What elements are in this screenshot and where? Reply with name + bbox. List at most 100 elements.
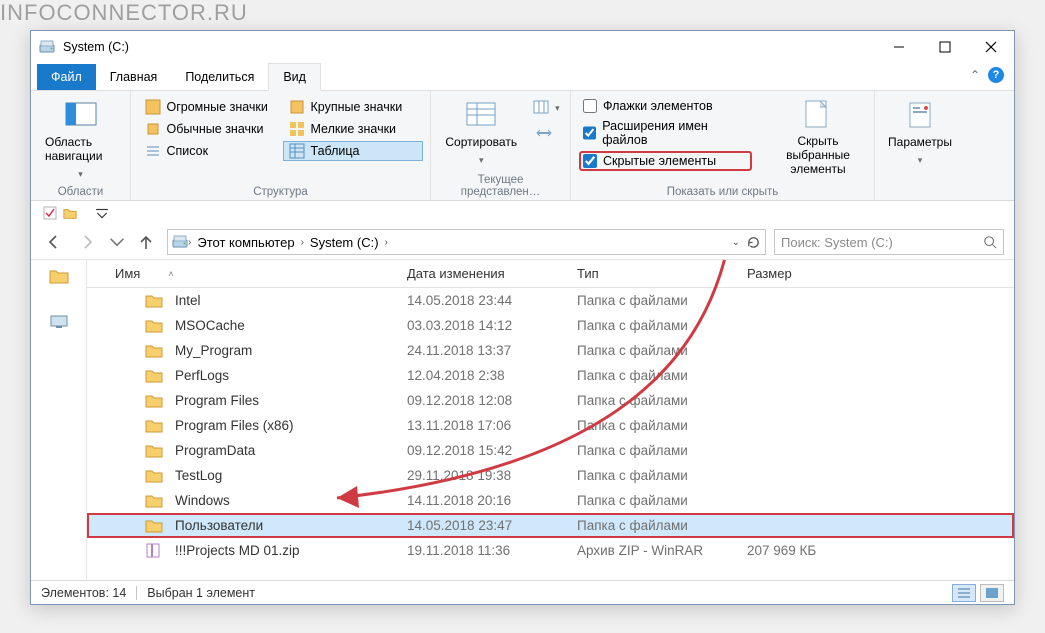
window-title: System (C:) (63, 40, 129, 54)
file-date: 24.11.2018 13:37 (407, 343, 577, 358)
column-date[interactable]: Дата изменения (407, 266, 577, 281)
ribbon-group-options-label (918, 186, 921, 198)
collapse-ribbon-icon[interactable]: ⌃ (970, 68, 980, 82)
back-button[interactable] (41, 229, 67, 255)
file-type: Папка с файлами (577, 468, 747, 483)
options-button[interactable]: Параметры ▾ (882, 97, 958, 168)
address-bar[interactable]: › Этот компьютер › System (C:) › ⌄ (167, 229, 766, 255)
file-rows: Intel 14.05.2018 23:44 Папка с файлами MSOC… (87, 288, 1014, 580)
view-thumbnails-button[interactable] (980, 584, 1004, 602)
content-area: Имя˄ Дата изменения Тип Размер Intel 14.0… (31, 259, 1014, 580)
table-row[interactable]: PerfLogs12.04.2018 2:38Папка с файлами (87, 363, 1014, 388)
search-input[interactable]: Поиск: System (C:) (774, 229, 1004, 255)
forward-button[interactable] (75, 229, 101, 255)
table-row[interactable]: Program Files09.12.2018 12:08Папка с фай… (87, 388, 1014, 413)
recent-locations-button[interactable] (109, 229, 125, 255)
table-row[interactable]: Windows 14.11.2018 20:16Папка с файлами (87, 488, 1014, 513)
checkbox-item-flags-label: Флажки элементов (603, 99, 713, 113)
nav-pane[interactable] (31, 260, 87, 580)
layout-details-label: Таблица (311, 144, 360, 158)
file-date: 14.11.2018 20:16 (407, 493, 577, 508)
file-name: ProgramData (175, 443, 255, 458)
ribbon-tabs: Файл Главная Поделиться Вид ⌃ ? (31, 63, 1014, 91)
explorer-window: System (C:) Файл Главная Поделиться Вид … (30, 30, 1015, 605)
file-type: Папка с файлами (577, 518, 747, 533)
chevron-down-icon[interactable]: ⌄ (732, 237, 740, 248)
checkbox-hidden-items[interactable]: Скрытые элементы (579, 151, 752, 171)
layout-normal-icons[interactable]: Обычные значки (139, 119, 279, 139)
view-details-button[interactable] (952, 584, 976, 602)
file-date: 12.04.2018 2:38 (407, 368, 577, 383)
ribbon-group-layout: Огромные значки Крупные значки Обычные з… (131, 91, 431, 200)
sort-button[interactable]: Сортировать ▾ (439, 97, 523, 168)
column-headers: Имя˄ Дата изменения Тип Размер (87, 260, 1014, 288)
ribbon-group-panes: Область навигации ▾ Области (31, 91, 131, 200)
file-name: Intel (175, 293, 201, 308)
table-row[interactable]: TestLog29.11.2018 19:38Папка с файлами (87, 463, 1014, 488)
help-icon[interactable]: ? (988, 67, 1004, 83)
crumb-sep-icon[interactable]: › (385, 237, 388, 248)
folder-icon (63, 206, 77, 220)
column-size[interactable]: Размер (747, 266, 877, 281)
table-row[interactable]: !!!Projects MD 01.zip19.11.2018 11:36Арх… (87, 538, 1014, 563)
file-type: Папка с файлами (577, 493, 747, 508)
chevron-down-icon: ▾ (479, 155, 484, 166)
chevron-down-icon: ▾ (918, 155, 923, 166)
file-name: Program Files (175, 393, 259, 408)
checkbox-icon[interactable] (43, 206, 57, 220)
checkbox-item-flags[interactable]: Флажки элементов (579, 97, 752, 115)
file-date: 14.05.2018 23:47 (407, 518, 577, 533)
crumb-this-pc[interactable]: Этот компьютер (191, 235, 300, 250)
crumb-system-c[interactable]: System (C:) (304, 235, 385, 250)
close-button[interactable] (968, 31, 1014, 63)
add-columns-button[interactable]: ▾ (531, 97, 562, 117)
column-type[interactable]: Тип (577, 266, 747, 281)
ribbon-group-show-hide: Флажки элементов Расширения имен файлов … (571, 91, 875, 200)
minimize-button[interactable] (876, 31, 922, 63)
table-row[interactable]: My_Program24.11.2018 13:37Папка с файлам… (87, 338, 1014, 363)
layout-small-label: Мелкие значки (311, 122, 397, 136)
file-date: 03.03.2018 14:12 (407, 318, 577, 333)
status-selected: Выбран 1 элемент (147, 586, 255, 600)
file-size: 207 969 КБ (747, 543, 877, 558)
table-row[interactable]: MSOCache03.03.2018 14:12Папка с файлами (87, 313, 1014, 338)
nav-bar: › Этот компьютер › System (C:) › ⌄ Поиск… (31, 225, 1014, 259)
ribbon-group-current-label: Текущее представлен… (439, 174, 562, 198)
layout-large-icons[interactable]: Крупные значки (283, 97, 423, 117)
table-row[interactable]: Intel14.05.2018 23:44Папка с файлами (87, 288, 1014, 313)
table-row[interactable]: ProgramData 09.12.2018 15:42Папка с файла… (87, 438, 1014, 463)
table-row[interactable]: Program Files (x86)13.11.2018 17:06Папка… (87, 413, 1014, 438)
nav-pane-label: Область навигации (45, 135, 116, 163)
tab-share[interactable]: Поделиться (171, 64, 268, 90)
table-row[interactable]: Пользователи 14.05.2018 23:47Папка с файл… (87, 513, 1014, 538)
column-name[interactable]: Имя˄ (87, 266, 407, 281)
size-columns-button[interactable] (534, 123, 558, 143)
folder-icon[interactable] (49, 268, 69, 284)
file-list: Имя˄ Дата изменения Тип Размер Intel 14.0… (87, 260, 1014, 580)
file-date: 09.12.2018 12:08 (407, 393, 577, 408)
checkbox-file-extensions[interactable]: Расширения имен файлов (579, 117, 752, 149)
file-date: 14.05.2018 23:44 (407, 293, 577, 308)
layout-small-icons[interactable]: Мелкие значки (283, 119, 423, 139)
customize-qat-icon[interactable] (95, 206, 109, 220)
this-pc-icon[interactable] (49, 314, 69, 330)
hide-selected-label: Скрыть выбранные элементы (776, 135, 860, 176)
maximize-button[interactable] (922, 31, 968, 63)
hide-selected-button[interactable]: Скрыть выбранные элементы (770, 97, 866, 178)
watermark-text: INFOCONNECTOR.RU (0, 0, 248, 26)
file-name: Windows (175, 493, 230, 508)
tab-file[interactable]: Файл (37, 64, 96, 90)
file-date: 09.12.2018 15:42 (407, 443, 577, 458)
file-name: !!!Projects MD 01.zip (175, 543, 300, 558)
refresh-icon[interactable] (746, 235, 761, 250)
layout-list[interactable]: Список (139, 141, 279, 161)
layout-huge-icons[interactable]: Огромные значки (139, 97, 279, 117)
layout-details[interactable]: Таблица (283, 141, 423, 161)
tab-main[interactable]: Главная (96, 64, 172, 90)
nav-pane-button[interactable]: Область навигации ▾ (39, 97, 122, 182)
up-button[interactable] (133, 229, 159, 255)
file-name: Пользователи (175, 518, 263, 533)
tab-view[interactable]: Вид (268, 63, 321, 91)
drive-icon (172, 234, 188, 250)
file-type: Папка с файлами (577, 443, 747, 458)
